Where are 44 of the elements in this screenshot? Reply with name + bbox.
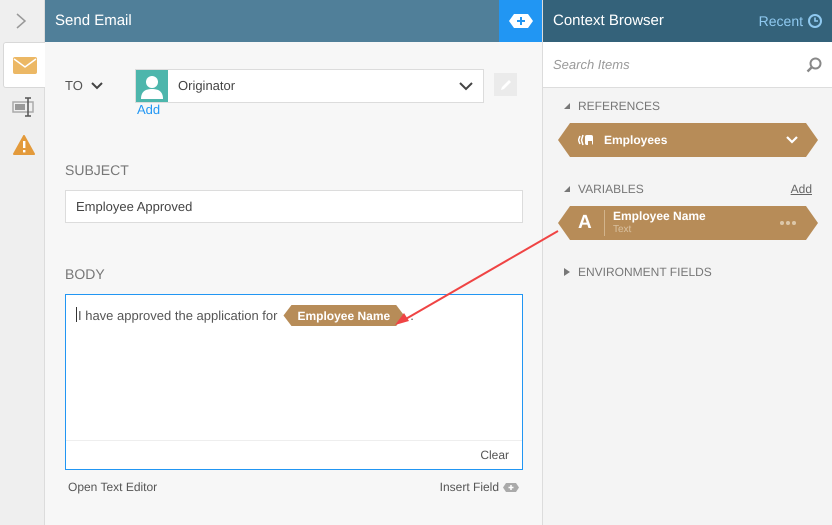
section-title: REFERENCES (578, 98, 662, 115)
body-text: . (410, 307, 414, 324)
warning-icon (13, 135, 35, 155)
section-title: VARIABLES (578, 181, 645, 198)
expand-triangle-icon[interactable] (563, 268, 571, 276)
chevron-down-icon[interactable] (90, 82, 103, 90)
text-cursor (76, 307, 77, 322)
recipient-dropdown[interactable]: Originator (135, 69, 484, 103)
subject-field[interactable]: Employee Approved (65, 190, 523, 223)
open-text-editor-link[interactable]: Open Text Editor (68, 478, 158, 496)
dropdown-value: Originator (178, 77, 236, 96)
clock-icon (808, 14, 822, 28)
envelope-icon (13, 56, 37, 74)
more-icon[interactable] (780, 221, 796, 225)
panel-title: Send Email (54, 10, 133, 31)
insert-field-link[interactable]: Insert Field (440, 478, 499, 496)
section-title: ENVIRONMENT FIELDS (578, 264, 713, 281)
body-text: I have approved the application for (78, 307, 278, 324)
recent-button[interactable]: Recent (758, 10, 822, 32)
collapse-triangle-icon[interactable] (563, 102, 571, 110)
type-letter: A (578, 210, 593, 235)
body-editor[interactable]: I have approved the application for Employee Name . Clear (65, 294, 523, 470)
chevron-down-icon (459, 82, 473, 90)
clear-button[interactable]: Clear (480, 446, 509, 464)
search-bar[interactable]: Search Items (543, 42, 832, 88)
tag-plus-icon[interactable] (503, 482, 519, 492)
person-icon (136, 70, 168, 102)
to-label: TO (65, 77, 83, 96)
text-field-icon (12, 97, 36, 117)
variable-type: Text (613, 223, 632, 236)
tag-plus-icon (508, 14, 532, 28)
link-icon (578, 133, 596, 147)
insert-field-button[interactable] (499, 0, 542, 42)
reference-name: Employees (604, 132, 668, 149)
search-icon[interactable] (806, 56, 822, 72)
search-field[interactable]: Search Items (553, 54, 806, 74)
browser-title: Context Browser (553, 10, 664, 31)
body-label: BODY (65, 265, 106, 284)
variable-name: Employee Name (613, 210, 707, 223)
chevron-right-icon (15, 12, 27, 30)
collapse-triangle-icon[interactable] (563, 185, 571, 193)
subject-label: SUBJECT (65, 161, 130, 180)
side-tab[interactable] (3, 42, 46, 88)
add-link[interactable]: Add (790, 180, 812, 198)
